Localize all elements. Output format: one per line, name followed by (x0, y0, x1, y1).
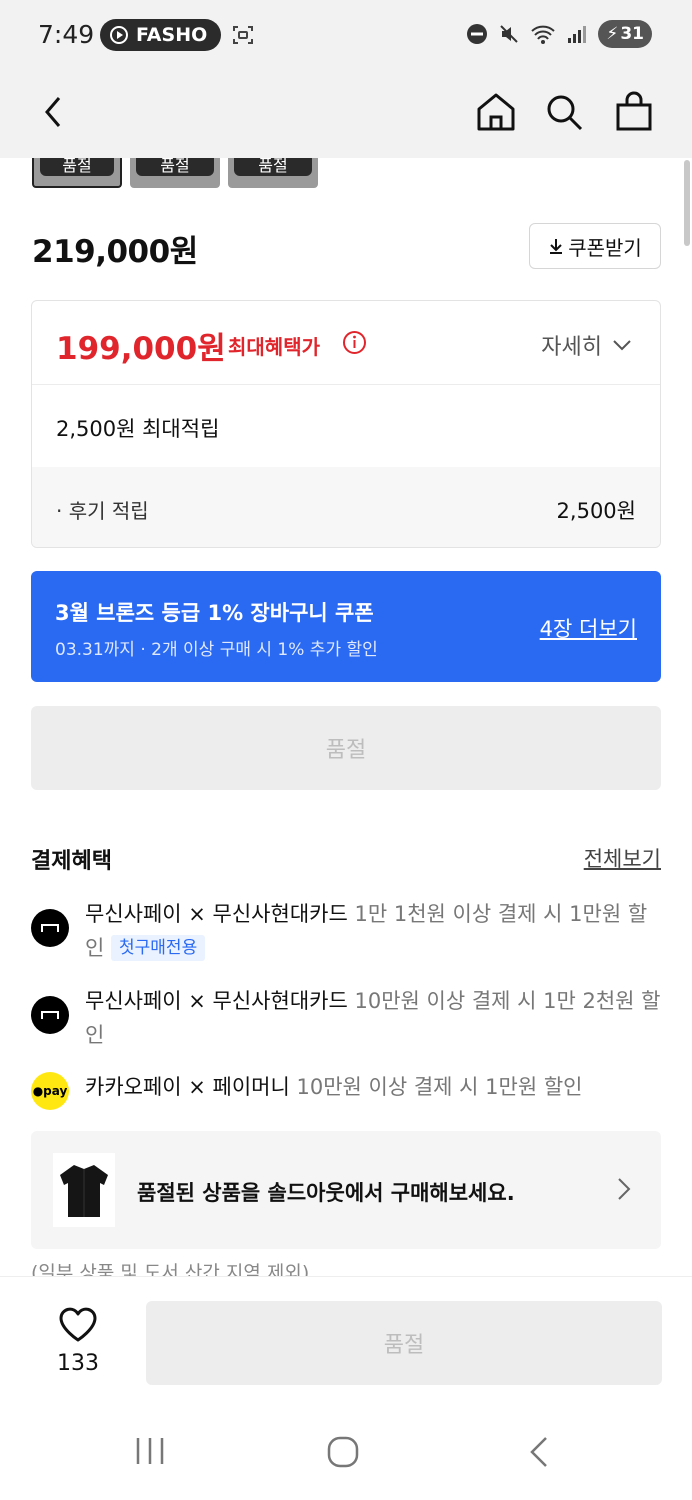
coupon-download-label: 쿠폰받기 (568, 235, 642, 260)
soldout-marketplace-banner[interactable]: 품절된 상품을 솔드아웃에서 구매해보세요. (31, 1131, 661, 1249)
coupon-download-button[interactable]: 쿠폰받기 (529, 223, 661, 269)
status-bar: 7:49 FASHO ⚡ 31 (0, 0, 692, 72)
dnd-icon (467, 24, 488, 44)
jacket-image (60, 1165, 108, 1217)
signal-icon (568, 26, 587, 43)
coupon-more-link[interactable]: 4장 더보기 (540, 613, 637, 643)
max-benefit-label: 최대혜택가 (228, 335, 320, 359)
thumbnail[interactable]: 품절 (228, 158, 318, 188)
status-time: 7:49 (38, 20, 95, 49)
download-icon (550, 239, 563, 254)
detail-toggle[interactable]: 자세히 (541, 329, 632, 361)
review-points-value: 2,500원 (556, 499, 636, 523)
shipping-note-partial: (일부 상품 및 도서 산간 지역 제외) (31, 1262, 310, 1278)
cart-button[interactable] (608, 86, 660, 138)
shopping-bag-icon (616, 91, 652, 131)
battery-indicator: ⚡ 31 (598, 20, 652, 48)
play-icon (110, 26, 128, 44)
first-purchase-badge: 첫구매전용 (111, 935, 206, 961)
max-benefit-price: 199,000원 (56, 331, 226, 367)
charging-icon: ⚡ (606, 24, 619, 44)
musinsa-pay-logo (31, 996, 69, 1034)
max-benefit-row: 199,000원 최대혜택가 자세히 (32, 301, 660, 385)
payment-benefit-name: 무신사페이 × 무신사현대카드 (85, 902, 348, 926)
payment-benefit-text: 무신사페이 × 무신사현대카드 1만 1천원 이상 결제 시 1만원 할인 첫구… (85, 897, 661, 965)
recording-pill-label: FASHO (136, 24, 208, 46)
search-icon (547, 95, 583, 131)
payment-benefit-item: 무신사페이 × 무신사현대카드 10만원 이상 결제 시 1만 2천원 할인 (31, 984, 661, 1052)
search-button[interactable] (538, 86, 590, 138)
payment-benefit-item: 무신사페이 × 무신사현대카드 1만 1천원 이상 결제 시 1만원 할인 첫구… (31, 897, 661, 965)
home-button[interactable] (470, 86, 522, 138)
recent-apps-icon[interactable] (134, 1436, 166, 1466)
payment-benefits-title: 결제혜택 (31, 849, 112, 874)
back-arrow-icon (45, 97, 61, 127)
battery-level: 31 (620, 24, 644, 44)
chevron-right-icon (618, 1178, 631, 1200)
detail-toggle-label: 자세히 (541, 335, 602, 360)
thumbnail-label: 품절 (258, 158, 288, 175)
home-nav-icon[interactable] (326, 1436, 360, 1468)
see-all-link[interactable]: 전체보기 (584, 843, 661, 873)
benefit-box: 199,000원 최대혜택가 자세히 2,500원 최대적립 · 후기 적립 2… (31, 300, 661, 548)
max-points-text: 2,500원 최대적립 (56, 417, 220, 441)
review-points-label: · 후기 적립 (56, 499, 149, 523)
bottom-soldout-button[interactable]: 품절 (146, 1301, 662, 1385)
payment-benefit-item: ●pay 카카오페이 × 페이머니 10만원 이상 결제 시 1만원 할인 (31, 1070, 661, 1110)
payment-benefit-desc: 10만원 이상 결제 시 1만원 할인 (296, 1075, 583, 1099)
home-icon (477, 93, 515, 131)
scrollbar[interactable] (684, 160, 690, 246)
payment-benefit-text: 무신사페이 × 무신사현대카드 10만원 이상 결제 시 1만 2천원 할인 (85, 984, 661, 1052)
recording-pill: FASHO (100, 19, 222, 51)
thumbnail-strip: 품절 품절 품절 (32, 158, 318, 188)
points-row: 2,500원 최대적립 (32, 385, 660, 467)
coupon-banner-subtitle: 03.31까지 · 2개 이상 구매 시 1% 추가 할인 (55, 640, 378, 660)
thumbnail-label: 품절 (62, 158, 92, 175)
chevron-down-icon (613, 340, 631, 351)
app-bar (0, 72, 692, 158)
kakao-pay-logo: ●pay (31, 1072, 69, 1110)
back-button[interactable] (28, 86, 80, 138)
info-icon[interactable] (342, 330, 367, 355)
coupon-banner[interactable]: 3월 브론즈 등급 1% 장바구니 쿠폰 03.31까지 · 2개 이상 구매 … (31, 571, 661, 682)
thumbnail[interactable]: 품절 (32, 158, 122, 188)
soldout-button[interactable]: 품절 (31, 706, 661, 790)
like-count: 133 (57, 1351, 99, 1376)
soldout-banner-text: 품절된 상품을 솔드아웃에서 구매해보세요. (137, 1181, 515, 1205)
mute-icon (500, 25, 519, 43)
product-thumbnail (53, 1153, 115, 1227)
thumbnail[interactable]: 품절 (130, 158, 220, 188)
thumbnail-label: 품절 (160, 158, 190, 175)
heart-icon (59, 1307, 97, 1342)
musinsa-pay-logo (31, 909, 69, 947)
like-button[interactable]: 133 (50, 1305, 106, 1376)
bottom-action-bar: 133 품절 (0, 1276, 692, 1400)
back-nav-icon[interactable] (526, 1436, 550, 1468)
screenshot-icon (233, 26, 253, 44)
payment-benefit-name: 무신사페이 × 무신사현대카드 (85, 989, 348, 1013)
status-icons: ⚡ 31 (466, 20, 652, 48)
review-points-row: · 후기 적립 2,500원 (32, 467, 660, 547)
coupon-banner-title: 3월 브론즈 등급 1% 장바구니 쿠폰 (55, 601, 374, 625)
wifi-icon (531, 25, 556, 44)
payment-benefit-text: 카카오페이 × 페이머니 10만원 이상 결제 시 1만원 할인 (85, 1070, 583, 1110)
payment-benefit-name: 카카오페이 × 페이머니 (85, 1075, 290, 1099)
system-nav-bar (0, 1400, 692, 1500)
product-price: 219,000원 (32, 234, 198, 270)
